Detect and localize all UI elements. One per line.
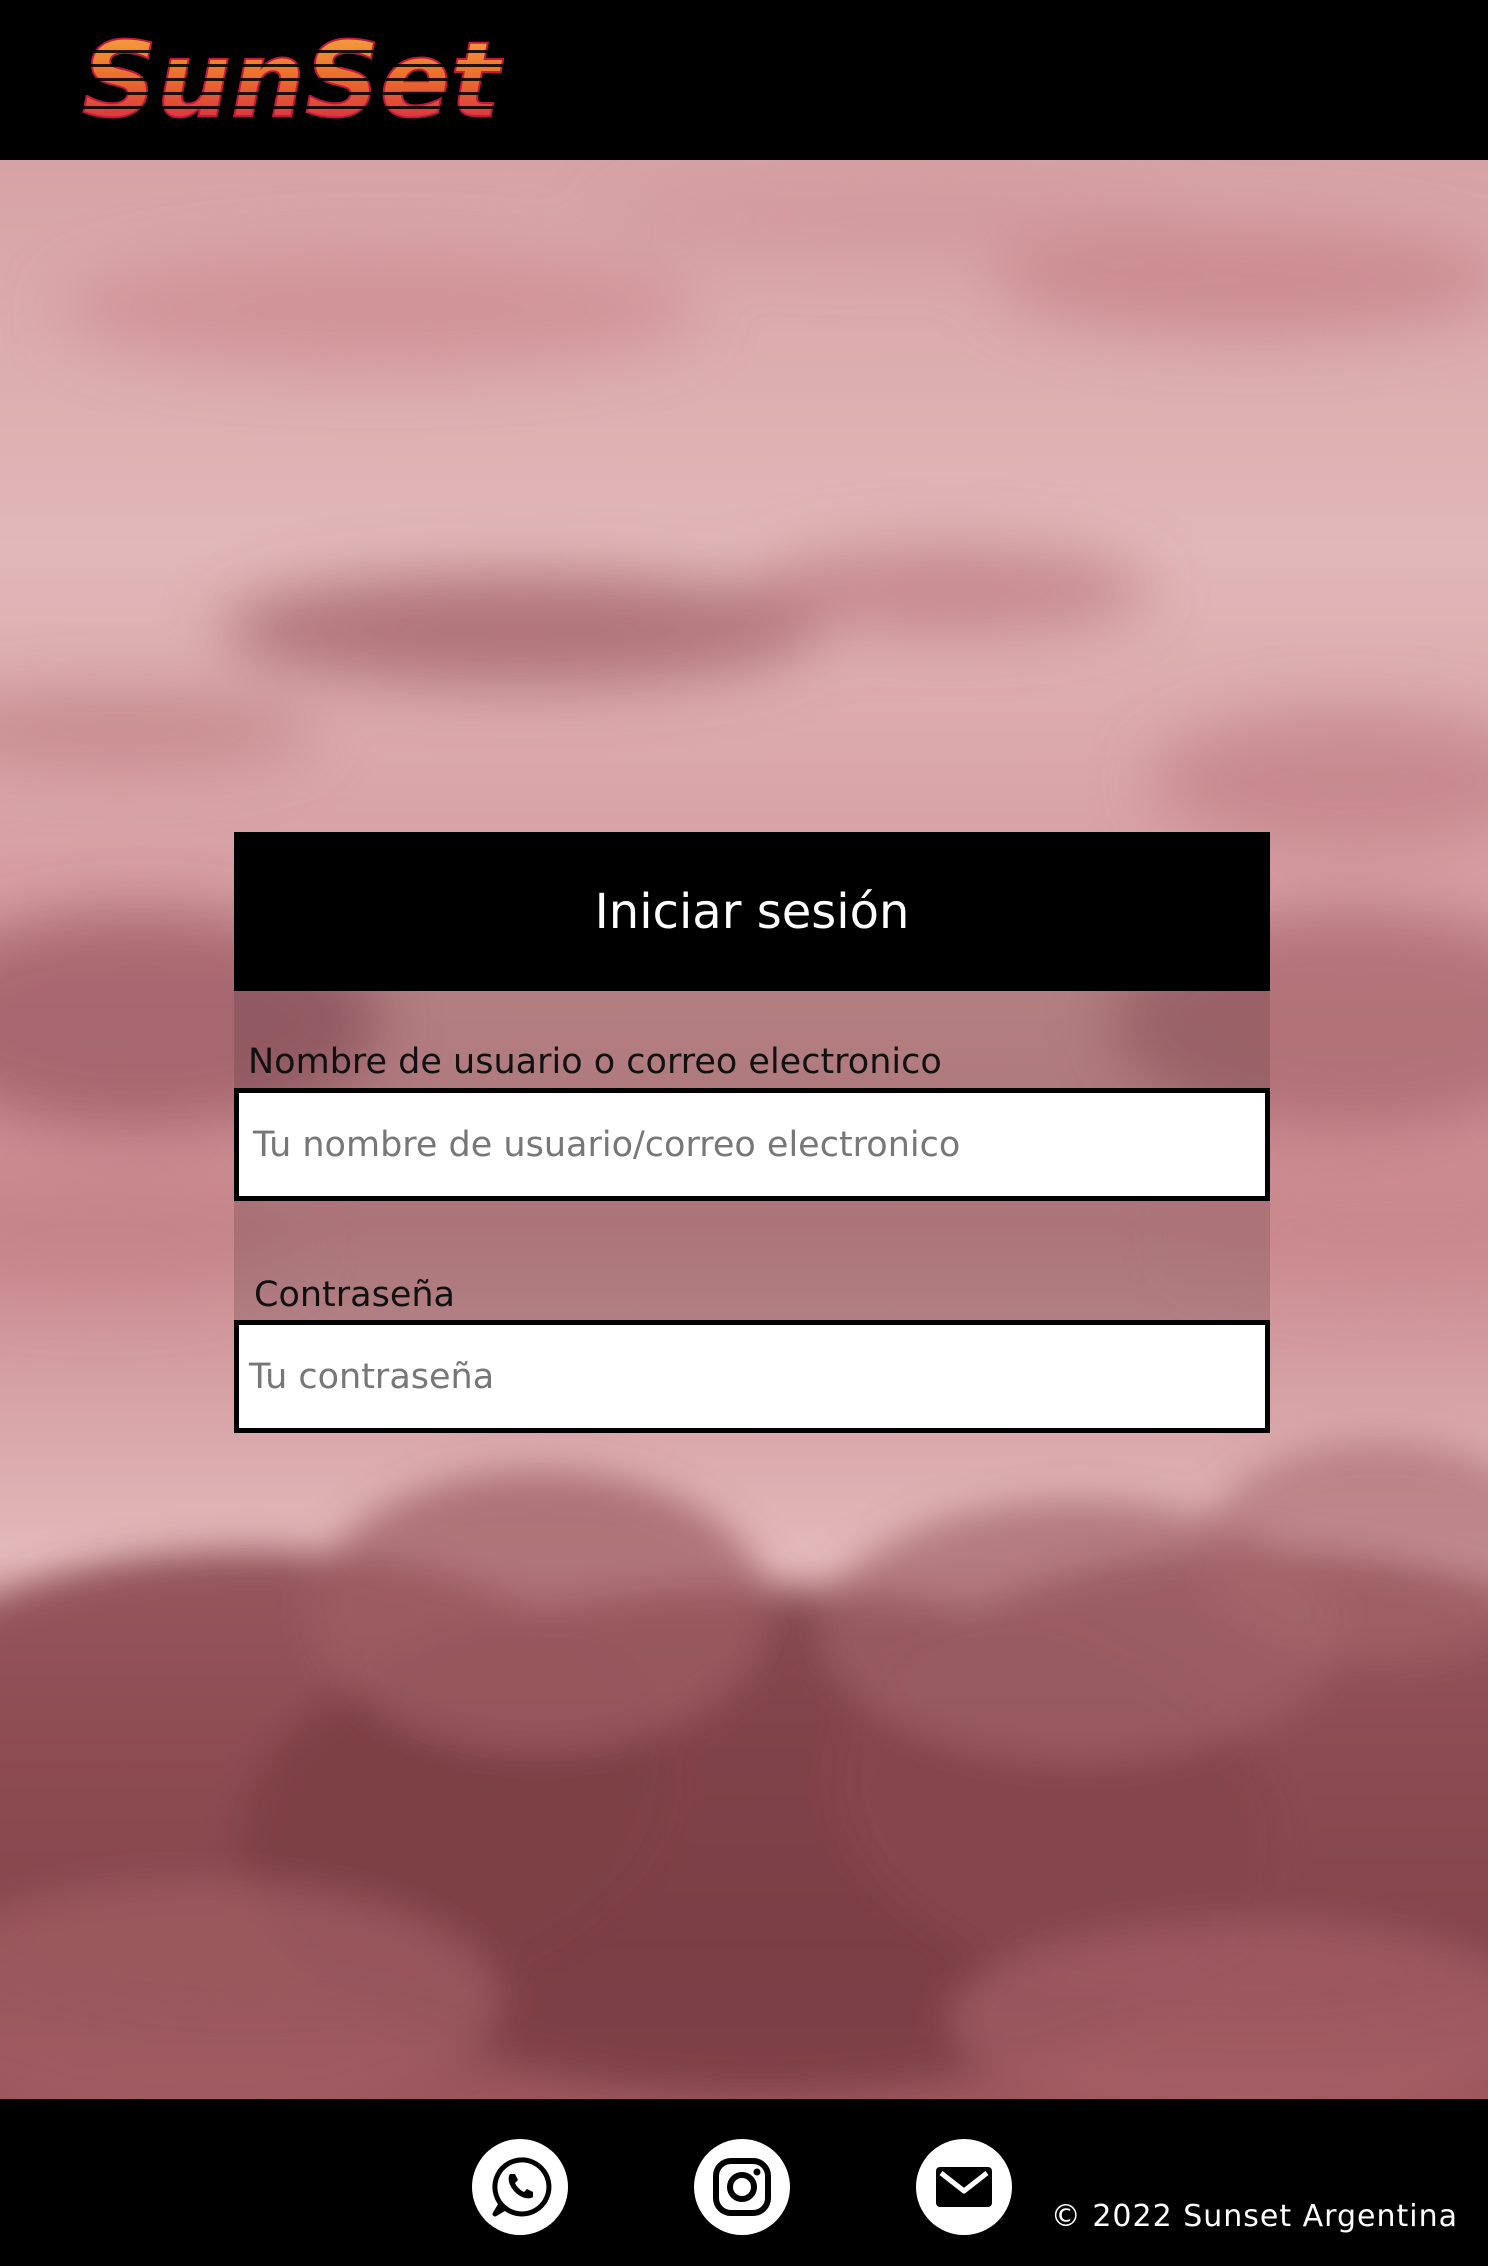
username-label: Nombre de usuario o correo electronico	[248, 1042, 942, 1082]
sunset-logo[interactable]: SunSet	[78, 20, 558, 132]
email-link[interactable]	[916, 2139, 1012, 2235]
svg-text:SunSet: SunSet	[82, 20, 503, 132]
whatsapp-link[interactable]	[472, 2139, 568, 2235]
instagram-link[interactable]	[694, 2139, 790, 2235]
login-header: Iniciar sesión	[234, 832, 1270, 991]
username-input[interactable]: Tu nombre de usuario/correo electronico	[234, 1088, 1270, 1201]
password-label: Contraseña	[254, 1275, 455, 1315]
copyright-text: © 2022 Sunset Argentina	[1050, 2199, 1458, 2234]
password-placeholder: Tu contraseña	[249, 1356, 495, 1397]
site-header: SunSet	[0, 0, 1488, 160]
password-input[interactable]: Tu contraseña	[234, 1320, 1270, 1433]
login-form: Iniciar sesión Nombre de usuario o corre…	[234, 832, 1270, 1433]
username-placeholder: Tu nombre de usuario/correo electronico	[253, 1124, 961, 1165]
whatsapp-icon	[492, 2157, 552, 2217]
login-title: Iniciar sesión	[594, 883, 910, 940]
instagram-icon	[713, 2158, 771, 2216]
mail-icon	[936, 2167, 992, 2207]
site-footer: © 2022 Sunset Argentina	[0, 2099, 1488, 2266]
